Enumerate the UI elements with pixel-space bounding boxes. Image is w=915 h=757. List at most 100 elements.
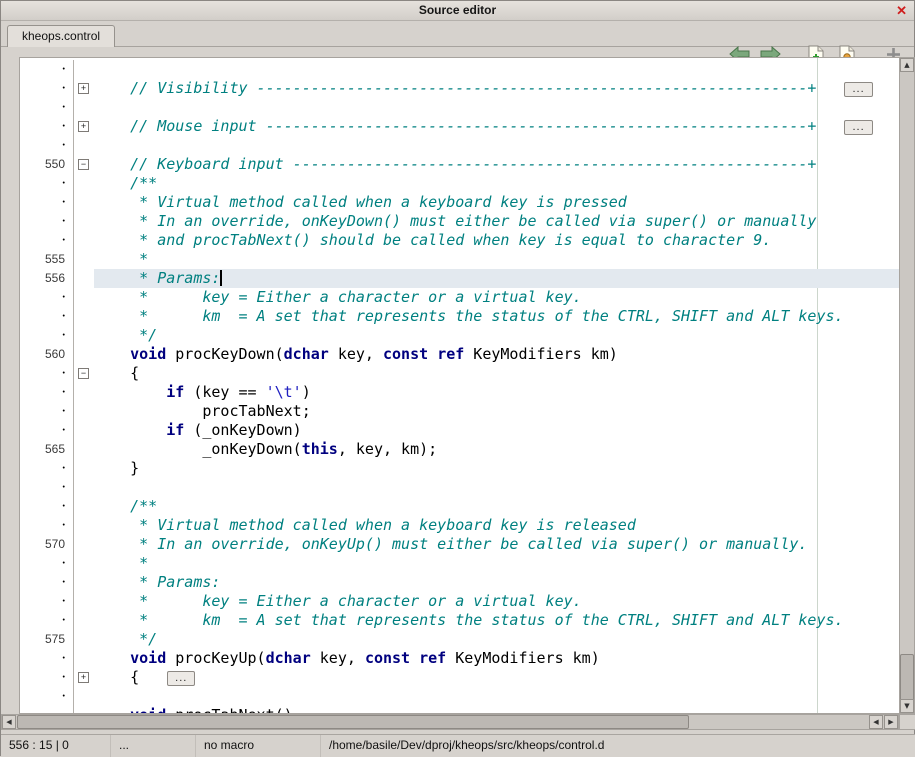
code-line[interactable]: • /** xyxy=(20,174,899,193)
code-text[interactable]: * In an override, onKeyDown() must eithe… xyxy=(94,212,899,231)
scroll-up-icon[interactable]: ▲ xyxy=(900,58,914,72)
fold-margin[interactable]: + xyxy=(74,117,94,136)
fold-collapsed-icon[interactable]: + xyxy=(78,83,89,94)
code-text[interactable]: { xyxy=(94,364,899,383)
caret-position: 556 : 15 | 0 xyxy=(1,735,111,757)
code-line[interactable]: • * Params: xyxy=(20,573,899,592)
code-line[interactable]: 556 * Params: xyxy=(20,269,899,288)
code-text[interactable]: /** xyxy=(94,497,899,516)
code-line[interactable]: • */ xyxy=(20,326,899,345)
code-line[interactable]: •+ {... xyxy=(20,668,899,687)
code-line[interactable]: • * Virtual method called when a keyboar… xyxy=(20,193,899,212)
folded-code-ellipsis[interactable]: ... xyxy=(167,671,195,686)
code-line[interactable]: • /** xyxy=(20,497,899,516)
code-text[interactable]: * Params: xyxy=(94,269,899,288)
code-text[interactable]: * km = A set that represents the status … xyxy=(94,307,899,326)
code-text[interactable]: * and procTabNext() should be called whe… xyxy=(94,231,899,250)
horizontal-scrollbar[interactable]: ◀ ◀ ▶ xyxy=(1,714,899,730)
code-line[interactable]: 575 */ xyxy=(20,630,899,649)
code-text[interactable]: */ xyxy=(94,630,899,649)
code-line[interactable]: • procTabNext; xyxy=(20,402,899,421)
code-line[interactable]: • xyxy=(20,136,899,155)
fold-collapsed-icon[interactable]: + xyxy=(78,672,89,683)
code-text[interactable] xyxy=(94,136,899,155)
code-line[interactable]: • * key = Either a character or a virtua… xyxy=(20,288,899,307)
fold-margin[interactable]: − xyxy=(74,155,94,174)
code-line[interactable]: • * km = A set that represents the statu… xyxy=(20,611,899,630)
close-icon[interactable]: ✕ xyxy=(896,3,907,18)
code-line[interactable]: • xyxy=(20,60,899,79)
code-line[interactable]: •− { xyxy=(20,364,899,383)
code-text[interactable]: * In an override, onKeyUp() must either … xyxy=(94,535,899,554)
folded-code-ellipsis[interactable]: ... xyxy=(844,82,872,97)
fold-margin xyxy=(74,212,94,231)
code-text[interactable]: // Mouse input -------------------------… xyxy=(94,117,899,136)
code-line[interactable]: • void procKeyUp(dchar key, const ref Ke… xyxy=(20,649,899,668)
horizontal-scrollbar-thumb[interactable] xyxy=(17,715,689,729)
code-line[interactable]: •+ // Mouse input ----------------------… xyxy=(20,117,899,136)
code-line[interactable]: • xyxy=(20,98,899,117)
code-text[interactable]: void procKeyDown(dchar key, const ref Ke… xyxy=(94,345,899,364)
fold-expanded-icon[interactable]: − xyxy=(78,159,89,170)
code-line[interactable]: • * In an override, onKeyDown() must eit… xyxy=(20,212,899,231)
code-text[interactable]: if (_onKeyDown) xyxy=(94,421,899,440)
code-editor[interactable]: ••+ // Visibility ----------------------… xyxy=(19,57,899,714)
fold-margin[interactable]: + xyxy=(74,668,94,687)
line-number: • xyxy=(20,649,74,668)
code-text[interactable]: void procTabNext() xyxy=(94,706,899,714)
code-text[interactable]: * xyxy=(94,250,899,269)
code-text[interactable]: if (key == '\t') xyxy=(94,383,899,402)
code-text[interactable] xyxy=(94,60,899,79)
code-line[interactable]: • xyxy=(20,687,899,706)
vertical-scrollbar-thumb[interactable] xyxy=(900,654,914,701)
code-line[interactable]: • xyxy=(20,478,899,497)
code-line[interactable]: • void procTabNext() xyxy=(20,706,899,714)
code-text[interactable]: {... xyxy=(94,668,899,687)
scroll-left-icon[interactable]: ◀ xyxy=(869,715,883,729)
code-text[interactable]: _onKeyDown(this, key, km); xyxy=(94,440,899,459)
folded-code-ellipsis[interactable]: ... xyxy=(844,120,872,135)
code-text[interactable]: procTabNext; xyxy=(94,402,899,421)
code-line[interactable]: • * and procTabNext() should be called w… xyxy=(20,231,899,250)
code-line[interactable]: • * key = Either a character or a virtua… xyxy=(20,592,899,611)
scroll-left-icon[interactable]: ◀ xyxy=(2,715,16,729)
code-text[interactable]: */ xyxy=(94,326,899,345)
fold-margin xyxy=(74,611,94,630)
code-text[interactable]: * xyxy=(94,554,899,573)
line-number: • xyxy=(20,592,74,611)
code-text[interactable]: * km = A set that represents the status … xyxy=(94,611,899,630)
fold-margin[interactable]: + xyxy=(74,79,94,98)
code-text[interactable]: * Virtual method called when a keyboard … xyxy=(94,193,899,212)
code-line[interactable]: 560 void procKeyDown(dchar key, const re… xyxy=(20,345,899,364)
code-text[interactable]: void procKeyUp(dchar key, const ref KeyM… xyxy=(94,649,899,668)
code-text[interactable] xyxy=(94,687,899,706)
code-text[interactable]: // Keyboard input ----------------------… xyxy=(94,155,899,174)
code-text[interactable]: * key = Either a character or a virtual … xyxy=(94,288,899,307)
code-line[interactable]: • if (_onKeyDown) xyxy=(20,421,899,440)
code-text[interactable] xyxy=(94,478,899,497)
code-line[interactable]: 555 * xyxy=(20,250,899,269)
fold-margin[interactable]: − xyxy=(74,364,94,383)
code-text[interactable]: * key = Either a character or a virtual … xyxy=(94,592,899,611)
tab-kheops-control[interactable]: kheops.control xyxy=(7,25,115,47)
code-line[interactable]: • } xyxy=(20,459,899,478)
code-line[interactable]: • * xyxy=(20,554,899,573)
fold-expanded-icon[interactable]: − xyxy=(78,368,89,379)
code-line[interactable]: 550− // Keyboard input -----------------… xyxy=(20,155,899,174)
code-text[interactable]: * Params: xyxy=(94,573,899,592)
code-text[interactable]: * Virtual method called when a keyboard … xyxy=(94,516,899,535)
scroll-right-icon[interactable]: ▶ xyxy=(884,715,898,729)
scroll-down-icon[interactable]: ▼ xyxy=(900,699,914,713)
code-text[interactable]: /** xyxy=(94,174,899,193)
code-line[interactable]: • * km = A set that represents the statu… xyxy=(20,307,899,326)
code-line[interactable]: 570 * In an override, onKeyUp() must eit… xyxy=(20,535,899,554)
vertical-scrollbar[interactable]: ▲ ▼ xyxy=(899,57,915,714)
code-line[interactable]: •+ // Visibility -----------------------… xyxy=(20,79,899,98)
code-line[interactable]: • * Virtual method called when a keyboar… xyxy=(20,516,899,535)
code-text[interactable] xyxy=(94,98,899,117)
fold-collapsed-icon[interactable]: + xyxy=(78,121,89,132)
code-line[interactable]: • if (key == '\t') xyxy=(20,383,899,402)
code-text[interactable]: } xyxy=(94,459,899,478)
code-text[interactable]: // Visibility --------------------------… xyxy=(94,79,899,98)
code-line[interactable]: 565 _onKeyDown(this, key, km); xyxy=(20,440,899,459)
